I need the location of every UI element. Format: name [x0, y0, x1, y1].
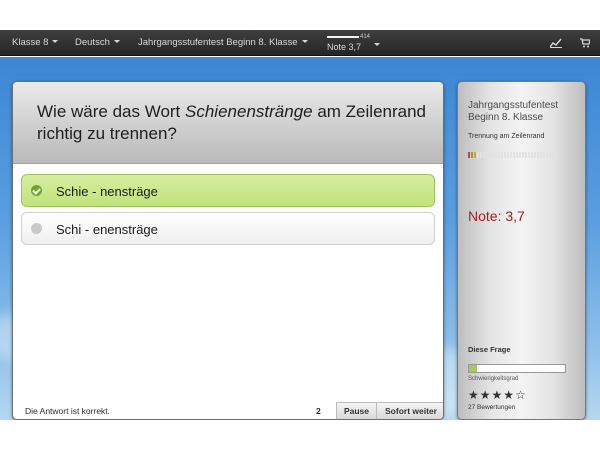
star-filled-icon[interactable]: ★: [480, 388, 492, 402]
feedback-text: Die Antwort ist korrekt.: [25, 406, 111, 416]
progress-cell: [513, 152, 515, 158]
cart-icon[interactable]: [580, 38, 591, 51]
class-menu-label: Klasse 8: [12, 37, 49, 48]
difficulty-label: Diese Frage: [468, 345, 511, 354]
bottom-margin: [0, 420, 600, 450]
progress-cell: [504, 152, 506, 158]
ratings-count: 27 Bewertungen: [468, 404, 516, 411]
star-filled-icon[interactable]: ★: [492, 388, 504, 402]
progress-cell: [468, 152, 470, 158]
note-label: Note 3,7: [327, 42, 362, 52]
rating-stars[interactable]: ★★★★☆: [468, 388, 527, 402]
question-text: Wie wäre das Wort Schienenstränge am Zei…: [37, 101, 427, 145]
progress-cell: [510, 152, 512, 158]
question-number: 2: [316, 406, 321, 416]
question-word: Schienenstränge: [185, 102, 313, 121]
chevron-down-icon: [52, 40, 59, 43]
top-margin: [0, 0, 600, 30]
progress-cell: [543, 152, 545, 158]
progress-cell: [531, 152, 533, 158]
answer-option-1[interactable]: Schie - nensträge: [21, 174, 435, 207]
subject-menu-label: Deutsch: [75, 37, 110, 48]
test-info-sidebar: Jahrgangsstufentest Beginn 8. Klasse Tre…: [457, 81, 586, 420]
note-menu[interactable]: 414 Note 3,7: [326, 33, 386, 55]
progress-cell: [555, 152, 557, 158]
topic-subtitle: Trennung am Zeilenrand: [468, 133, 545, 140]
progress-cell: [534, 152, 536, 158]
progress-cell: [474, 152, 476, 158]
grade-label: Note: 3,7: [468, 208, 525, 224]
note-count: 414: [360, 34, 371, 40]
progress-cell: [471, 152, 473, 158]
progress-cell: [507, 152, 509, 158]
star-empty-icon[interactable]: ☆: [515, 388, 527, 402]
test-menu[interactable]: Jahrgangsstufentest Beginn 8. Klasse: [138, 37, 308, 48]
answer-label: Schie - nensträge: [56, 184, 158, 199]
star-filled-icon[interactable]: ★: [503, 388, 515, 402]
progress-cell: [495, 152, 497, 158]
background-stage: Wie wäre das Wort Schienenstränge am Zei…: [0, 57, 600, 420]
question-prefix: Wie wäre das Wort: [37, 102, 186, 121]
chevron-down-icon: [374, 43, 380, 46]
progress-cell: [486, 152, 488, 158]
question-panel: Wie wäre das Wort Schienenstränge am Zei…: [12, 81, 444, 420]
progress-cell: [552, 152, 554, 158]
difficulty-bar: [468, 364, 566, 373]
answer-label: Schi - enensträge: [56, 222, 158, 237]
progress-cell: [516, 152, 518, 158]
subject-menu[interactable]: Deutsch: [75, 37, 120, 48]
progress-cell: [522, 152, 524, 158]
star-filled-icon[interactable]: ★: [468, 388, 480, 402]
test-title: Jahrgangsstufentest Beginn 8. Klasse: [468, 100, 559, 123]
answer-option-2[interactable]: Schi - enensträge: [21, 212, 435, 245]
difficulty-caption: Schwierigkeitsgrad: [468, 376, 519, 382]
progress-cell: [525, 152, 527, 158]
progress-cell: [498, 152, 500, 158]
progress-cell: [540, 152, 542, 158]
progress-cell: [501, 152, 503, 158]
chevron-down-icon: [113, 40, 120, 43]
progress-cell: [477, 152, 479, 158]
chart-icon[interactable]: [549, 38, 562, 51]
progress-cell: [483, 152, 485, 158]
next-button[interactable]: Sofort weiter: [376, 402, 443, 419]
check-circle-icon: [31, 185, 42, 196]
difficulty-fill: [469, 365, 477, 372]
question-footer: Die Antwort ist korrekt. 2 Pause Sofort …: [13, 402, 443, 419]
progress-cell: [528, 152, 530, 158]
progress-cell: [549, 152, 551, 158]
class-menu[interactable]: Klasse 8: [12, 37, 59, 48]
question-header: Wie wäre das Wort Schienenstränge am Zei…: [13, 82, 443, 164]
pause-button[interactable]: Pause: [336, 402, 376, 419]
progress-cell: [537, 152, 539, 158]
chevron-down-icon: [301, 40, 308, 43]
progress-cell: [489, 152, 491, 158]
radio-dot-icon: [31, 223, 42, 234]
progress-cell: [480, 152, 482, 158]
progress-cell: [519, 152, 521, 158]
progress-cell: [546, 152, 548, 158]
note-progress-bar: [327, 36, 359, 38]
progress-cell: [492, 152, 494, 158]
test-menu-label: Jahrgangsstufentest Beginn 8. Klasse: [138, 37, 298, 48]
navbar: Klasse 8 Deutsch Jahrgangsstufentest Beg…: [0, 30, 600, 56]
